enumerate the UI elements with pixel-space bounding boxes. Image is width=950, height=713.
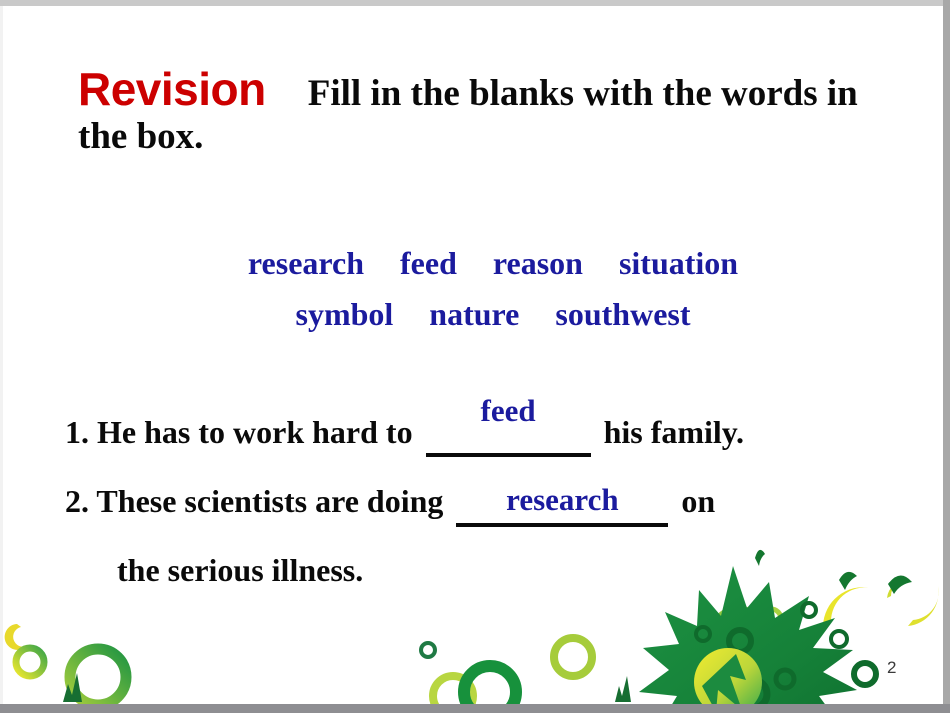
question-number: 2.	[65, 483, 89, 519]
question-item-1: 1. He has to work hard to feed his famil…	[65, 395, 943, 483]
deco-grass-tuft	[615, 676, 631, 702]
title-highlight-revision: Revision	[78, 63, 266, 115]
deco-ring	[829, 629, 849, 649]
page-number: 2	[887, 658, 897, 677]
word-bank-item: southwest	[555, 295, 691, 332]
deco-ring	[726, 627, 754, 655]
blank-rule	[456, 523, 669, 527]
deco-ring	[712, 657, 730, 675]
deco-ring	[12, 644, 48, 680]
question-item-2: 2. These scientists are doing research o…	[65, 483, 943, 552]
word-bank-item: symbol	[295, 295, 394, 332]
question-text-after: on	[681, 483, 716, 519]
word-bank-item: feed	[400, 245, 457, 281]
answer-word: feed	[480, 393, 536, 428]
word-bank: research feed reason situation symbol na…	[78, 238, 908, 339]
word-bank-item: research	[247, 245, 365, 281]
deco-ring	[694, 625, 712, 643]
deco-ring	[429, 672, 477, 704]
deco-ring	[419, 641, 437, 659]
deco-gradient-blob	[694, 648, 762, 704]
word-bank-item: situation	[618, 245, 739, 281]
deco-ring	[851, 660, 879, 688]
question-list: 1. He has to work hard to feed his famil…	[65, 395, 943, 621]
question-text-after: his family.	[603, 414, 745, 450]
slide-canvas: Revision Fill in the blanks with the word…	[0, 0, 950, 713]
question-text-before: These scientists are doing	[96, 483, 444, 519]
deco-leaf-overlay	[702, 654, 746, 704]
word-bank-row-2: symbol nature southwest	[78, 289, 908, 340]
question-item-2-continuation: the serious illness.	[65, 552, 943, 621]
answer-blank-2: research	[456, 482, 669, 527]
deco-ring	[458, 660, 522, 704]
frame-border-right	[943, 0, 950, 713]
deco-ring	[773, 667, 797, 691]
answer-blank-1: feed	[425, 395, 591, 457]
slide-title: Revision Fill in the blanks with the word…	[78, 63, 908, 157]
deco-ring	[550, 634, 596, 680]
frame-border-bottom	[0, 704, 950, 713]
word-bank-item: reason	[492, 245, 583, 281]
deco-ring	[764, 630, 788, 654]
question-number: 1.	[65, 414, 89, 450]
word-bank-item: nature	[429, 295, 520, 332]
deco-ring	[64, 643, 132, 704]
answer-word: research	[506, 482, 619, 517]
deco-crescent-left	[4, 624, 27, 650]
slide-content-area: Revision Fill in the blanks with the word…	[3, 6, 943, 704]
blank-rule	[425, 453, 591, 457]
question-text-before: He has to work hard to	[97, 414, 413, 450]
deco-grass-tuft	[63, 673, 82, 702]
deco-ring	[735, 676, 771, 704]
word-bank-row-1: research feed reason situation	[78, 238, 908, 289]
question-continuation-text: the serious illness.	[117, 552, 364, 588]
